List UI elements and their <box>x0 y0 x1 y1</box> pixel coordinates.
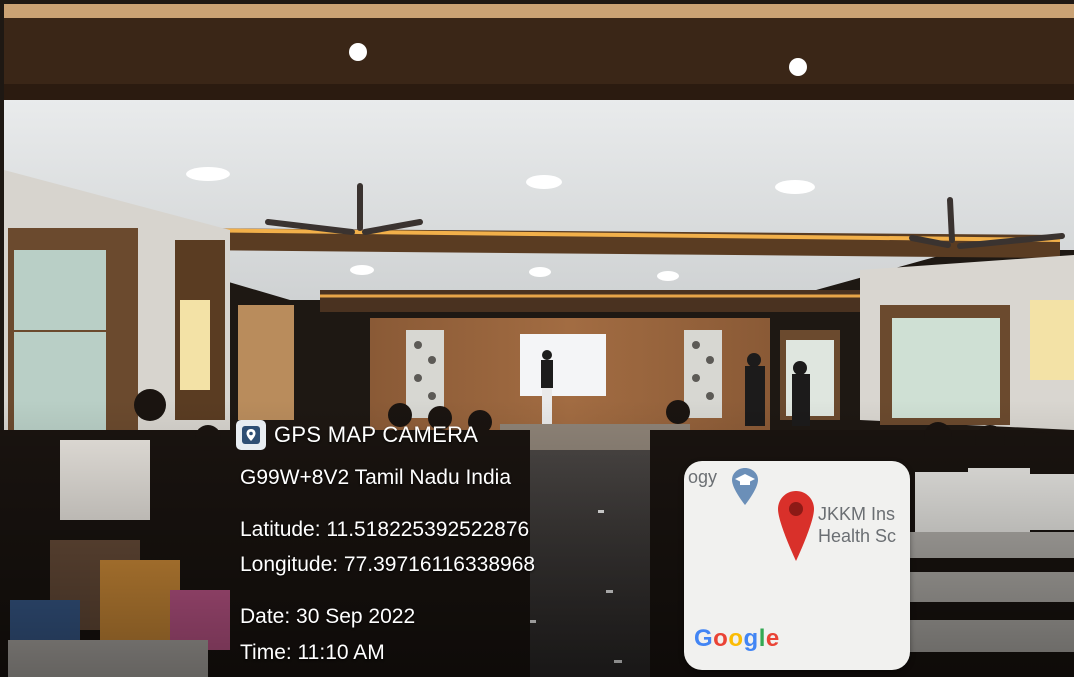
time-line: Time: 11:10 AM <box>240 641 385 664</box>
gps-stamp-header: GPS MAP CAMERA <box>236 418 526 452</box>
location-pin-icon <box>778 491 814 561</box>
google-logo: Google <box>694 625 780 652</box>
map-label-fragment: ogy <box>688 467 718 487</box>
app-name: GPS MAP CAMERA <box>274 422 479 447</box>
gps-camera-app-icon <box>236 420 266 450</box>
auditorium-photo <box>0 0 1074 677</box>
date-line: Date: 30 Sep 2022 <box>240 605 416 628</box>
graduation-cap-pin-icon <box>732 468 758 505</box>
longitude-line: Longitude: 77.39716116338968 <box>240 553 536 576</box>
map-thumbnail: ogy JKKM Ins Health Sc Google <box>684 461 910 670</box>
latitude-line: Latitude: 11.518225392522876 <box>240 518 530 541</box>
address-line: G99W+8V2 Tamil Nadu India <box>240 466 512 489</box>
poi-name: JKKM Ins Health Sc <box>818 504 897 546</box>
